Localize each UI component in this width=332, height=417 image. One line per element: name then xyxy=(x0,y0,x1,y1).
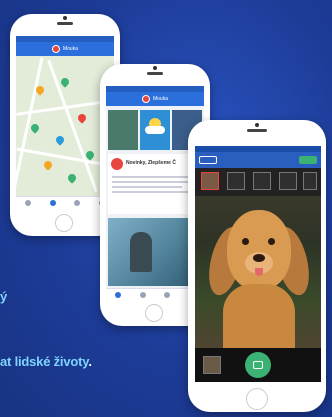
phone-camera xyxy=(188,120,326,412)
last-photo-thumbnail[interactable] xyxy=(203,356,221,374)
tab-camera-icon[interactable] xyxy=(164,291,171,298)
person-figure xyxy=(130,232,152,272)
phone-camera xyxy=(255,123,259,127)
text-line xyxy=(112,186,182,188)
dog-body xyxy=(223,284,295,348)
thumbnail[interactable] xyxy=(279,172,297,190)
app-name: Mouka xyxy=(62,46,78,52)
app-header: Mouka xyxy=(16,42,114,56)
phone-speaker xyxy=(147,72,163,75)
tab-camera-icon[interactable] xyxy=(74,199,81,206)
dog-eye xyxy=(242,238,249,245)
tab-home-icon[interactable] xyxy=(25,199,32,206)
map-pin-icon[interactable] xyxy=(42,159,54,171)
dog-head xyxy=(227,210,291,290)
home-button[interactable] xyxy=(246,388,268,410)
camera-header xyxy=(195,152,321,168)
brand-logo-icon xyxy=(51,45,60,53)
app-name: Mouka xyxy=(152,96,168,102)
home-button[interactable] xyxy=(145,304,163,322)
thumbnail[interactable] xyxy=(253,172,271,190)
thumbnail[interactable] xyxy=(303,172,317,190)
thumbnail-selected[interactable] xyxy=(201,172,219,190)
tab-map-icon[interactable] xyxy=(49,199,56,206)
map-pin-icon[interactable] xyxy=(66,172,78,184)
dog-nose xyxy=(253,254,265,262)
map-pin-icon[interactable] xyxy=(29,122,41,134)
camera-screen xyxy=(195,146,321,382)
camera-preview[interactable] xyxy=(195,196,321,348)
text-line xyxy=(112,191,188,193)
map-road xyxy=(16,147,114,168)
phone-speaker xyxy=(57,22,73,25)
news-title: Novinky, Zlepšeme Č xyxy=(126,160,176,166)
camera-icon xyxy=(253,361,263,369)
camera-controls xyxy=(195,348,321,382)
map-pin-icon[interactable] xyxy=(76,112,88,124)
brand-logo-icon xyxy=(141,95,150,103)
tab-home-icon[interactable] xyxy=(115,291,122,298)
map-road xyxy=(16,57,44,195)
feed-tile-photo[interactable] xyxy=(108,110,138,150)
news-logo-icon xyxy=(111,158,123,170)
camera-switch-button[interactable] xyxy=(299,156,317,164)
dog-tongue xyxy=(255,268,263,276)
tab-map-icon[interactable] xyxy=(139,291,146,298)
dog-eye xyxy=(268,238,275,245)
feed-tile-weather[interactable] xyxy=(140,110,170,150)
thumbnail[interactable] xyxy=(227,172,245,190)
cloud-icon xyxy=(145,126,165,134)
text-line xyxy=(112,181,192,183)
record-button[interactable] xyxy=(245,352,271,378)
camera-back-button[interactable] xyxy=(199,156,217,164)
headline-line-2-text: at lidské životy xyxy=(0,354,89,369)
text-line xyxy=(112,176,196,178)
home-button[interactable] xyxy=(55,214,73,232)
map-pin-icon[interactable] xyxy=(54,134,66,146)
map-pin-icon[interactable] xyxy=(59,76,71,88)
phone-camera xyxy=(63,16,67,20)
headline-line-1: ý xyxy=(0,289,7,304)
phone-speaker xyxy=(247,129,267,132)
headline-line-2-dot: . xyxy=(88,354,92,369)
app-header: Mouka xyxy=(106,92,204,106)
camera-thumbnails xyxy=(195,168,321,196)
phone-camera xyxy=(153,66,157,70)
headline-line-2: at lidské životy. xyxy=(0,354,92,369)
headline-line-1-text: ý xyxy=(0,289,8,304)
map-road xyxy=(47,59,98,193)
